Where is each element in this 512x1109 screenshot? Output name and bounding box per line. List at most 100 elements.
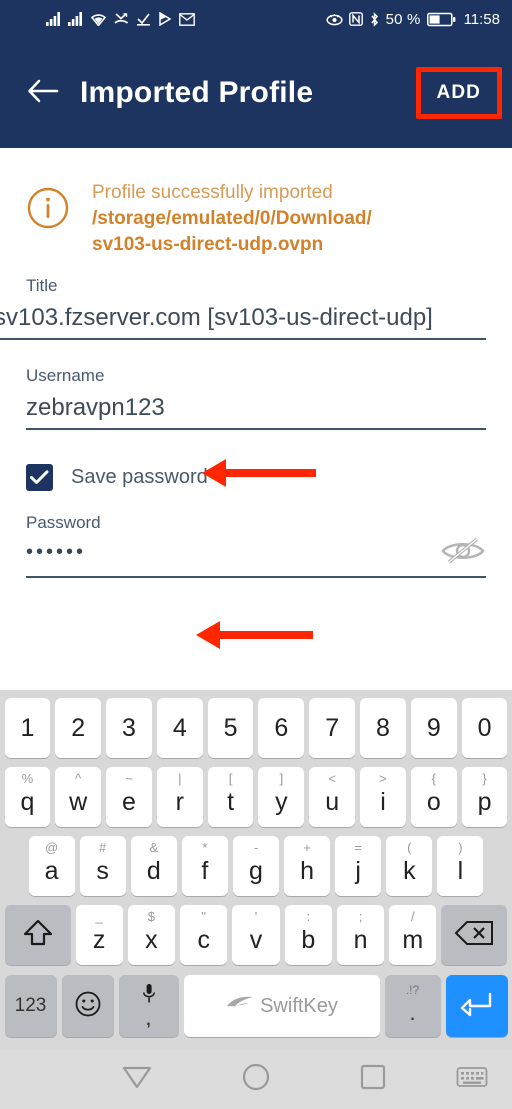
key-q[interactable]: % q [4, 767, 51, 827]
key-l[interactable]: ) l [437, 836, 484, 896]
key-label: 3 [122, 713, 136, 742]
keyboard-row-asdf: @ a # s & d * f -g + h = j (k ) l [0, 834, 512, 898]
add-button[interactable]: ADD [437, 82, 481, 104]
nav-recent-button[interactable] [360, 1064, 386, 1095]
key-3[interactable]: 3 [106, 698, 152, 758]
key-k[interactable]: (k [386, 836, 433, 896]
key-v[interactable]: ' v [232, 905, 280, 965]
key-label: g [249, 856, 263, 885]
key-u[interactable]: < u [309, 767, 356, 827]
key-sublabel: > [379, 771, 387, 786]
key-sublabel: ; [358, 909, 363, 924]
import-notice-path-line2: sv103-us-direct-udp.ovpn [92, 234, 324, 255]
page-title: Imported Profile [80, 76, 314, 109]
key-label: 9 [426, 713, 441, 742]
key-9[interactable]: 9 [410, 698, 457, 758]
key-sublabel: ' [254, 909, 258, 924]
key-label: a [44, 856, 59, 885]
key-sublabel: $ [147, 909, 156, 924]
key-label: p [477, 787, 492, 816]
key-4[interactable]: 4 [156, 698, 203, 758]
key-8[interactable]: 8 [360, 698, 406, 758]
period-key[interactable]: .!? . [384, 975, 441, 1037]
key-label: s [96, 856, 109, 885]
key-1[interactable]: 1 [4, 698, 51, 758]
key-o[interactable]: {o [410, 767, 457, 827]
username-field-value: zebravpn123 [26, 394, 165, 421]
key-j[interactable]: = j [335, 836, 382, 896]
key-sublabel: ) [458, 840, 463, 855]
swiftkey-logo-icon [225, 994, 255, 1018]
nav-recent-square-icon [360, 1064, 386, 1095]
key-r[interactable]: | r [156, 767, 203, 827]
emoji-key[interactable] [61, 975, 114, 1037]
key-label: d [146, 856, 161, 885]
info-circle-icon [26, 186, 70, 258]
key-label: x [145, 925, 158, 954]
key-sublabel: % [21, 771, 34, 786]
key-s[interactable]: # s [79, 836, 126, 896]
play-store-icon [158, 12, 172, 26]
key-6[interactable]: 6 [258, 698, 305, 758]
nav-back-button[interactable] [122, 1064, 152, 1095]
save-password-row[interactable]: Save password [0, 464, 512, 491]
signal-bars-icon [46, 12, 61, 26]
emoji-smiley-icon [74, 990, 102, 1023]
key-label: 123 [14, 995, 47, 1016]
key-z[interactable]: _ z [75, 905, 123, 965]
key-t[interactable]: [t [207, 767, 254, 827]
save-password-label: Save password [71, 466, 208, 488]
key-w[interactable]: ^ w [55, 767, 102, 827]
period-sublabel: .!? [405, 983, 420, 997]
username-field-label: Username [26, 366, 105, 385]
swiftkey-keyboard: 1 2 3 4 5 6 7 8 9 0 % q ^ w ~ e | r [t ] y < u… [0, 690, 512, 1050]
nav-hide-keyboard-button[interactable] [456, 1065, 488, 1094]
key-sublabel: - [253, 840, 259, 855]
key-label: k [403, 856, 416, 885]
save-password-checkbox[interactable] [26, 464, 53, 491]
key-sublabel: / [411, 909, 415, 924]
key-p[interactable]: } p [461, 767, 508, 827]
key-c[interactable]: " c [180, 905, 228, 965]
key-sublabel: { [431, 771, 436, 786]
password-input[interactable]: •••••• [26, 537, 486, 578]
key-sublabel: ] [279, 771, 284, 786]
back-button[interactable] [26, 76, 60, 110]
key-f[interactable]: * f [181, 836, 228, 896]
key-h[interactable]: + h [284, 836, 331, 896]
key-0[interactable]: 0 [461, 698, 508, 758]
eye-off-icon[interactable] [440, 535, 486, 572]
key-sublabel: ^ [75, 771, 82, 786]
key-e[interactable]: ~ e [106, 767, 152, 827]
swiftkey-label: SwiftKey [260, 994, 338, 1017]
username-field-underline [26, 428, 486, 430]
battery-percent-label: 50 % [385, 10, 421, 28]
backspace-key[interactable] [441, 905, 508, 965]
key-b[interactable]: :b [284, 905, 332, 965]
title-field-value: sv103.fzserver.com [sv103-us-direct-udp] [0, 304, 433, 331]
space-key[interactable]: SwiftKey [183, 975, 380, 1037]
key-2[interactable]: 2 [55, 698, 102, 758]
enter-key[interactable] [445, 975, 508, 1037]
key-a[interactable]: @ a [28, 836, 75, 896]
key-label: h [300, 856, 315, 885]
key-5[interactable]: 5 [207, 698, 254, 758]
key-sublabel: = [354, 840, 362, 855]
key-n[interactable]: ; n [336, 905, 385, 965]
key-7[interactable]: 7 [309, 698, 356, 758]
key-i[interactable]: > i [360, 767, 406, 827]
key-y[interactable]: ] y [258, 767, 305, 827]
shift-key[interactable] [4, 905, 71, 965]
nav-home-button[interactable] [242, 1063, 270, 1096]
key-label: e [122, 787, 136, 816]
key-g[interactable]: -g [232, 836, 280, 896]
key-x[interactable]: $ x [127, 905, 176, 965]
username-input[interactable]: zebravpn123 [26, 394, 486, 430]
add-button-highlight: ADD [415, 67, 502, 119]
key-m[interactable]: / m [389, 905, 437, 965]
title-input[interactable]: sv103.fzserver.com [sv103-us-direct-udp] [0, 304, 486, 340]
key-d[interactable]: & d [130, 836, 177, 896]
key-label: b [301, 925, 316, 954]
numeric-mode-key[interactable]: 123 [4, 975, 57, 1037]
microphone-key[interactable]: , [118, 975, 179, 1037]
